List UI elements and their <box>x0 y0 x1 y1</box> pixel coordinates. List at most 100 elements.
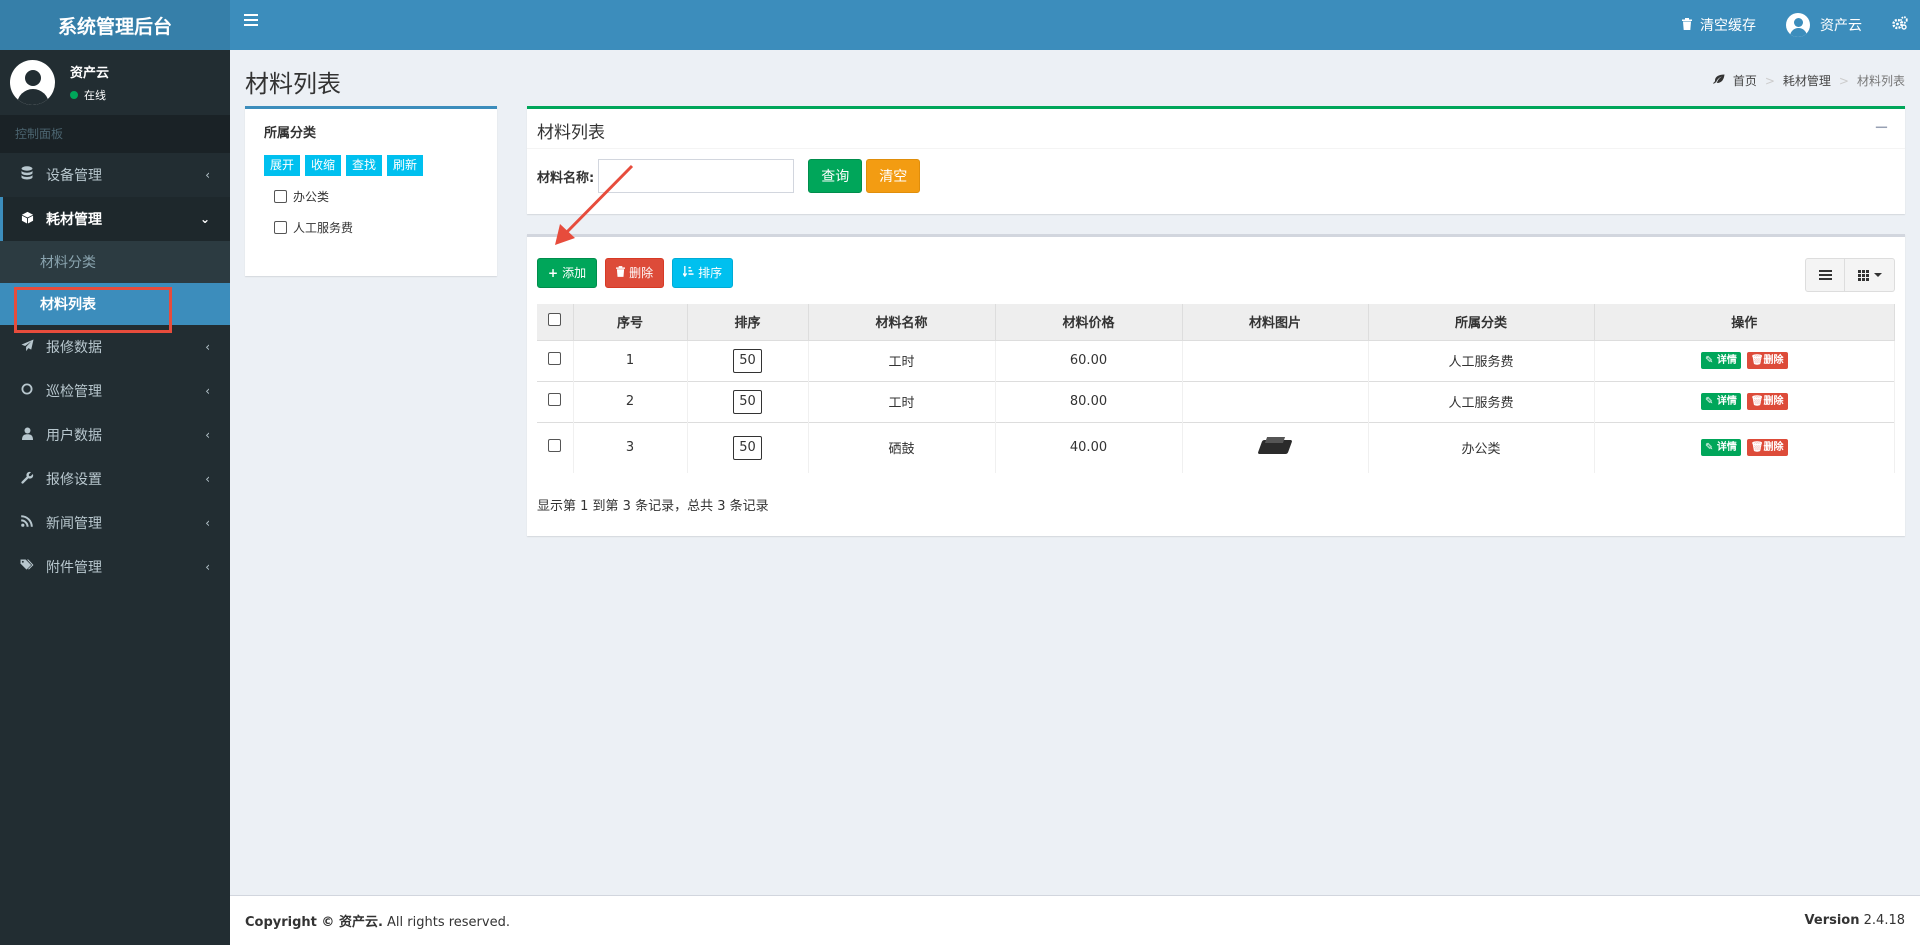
columns-dropdown-button[interactable] <box>1845 258 1895 292</box>
user-status-text: 在线 <box>84 89 106 102</box>
category-tree-box: 所属分类 展开 收缩 查找 刷新 办公类 人工服务费 <box>245 106 497 276</box>
row-no: 3 <box>573 421 688 473</box>
search-box: 材料列表 − 材料名称: 查询 清空 <box>527 106 1905 214</box>
circle-icon <box>18 383 36 399</box>
sidebar-item-consumables[interactable]: 耗材管理 ⌄ <box>0 197 230 241</box>
breadcrumb-current: 材料列表 <box>1856 74 1905 88</box>
sort-button-label: 排序 <box>698 266 723 280</box>
col-header-name[interactable]: 材料名称 <box>808 304 996 340</box>
sidebar-item-repair-data[interactable]: 报修数据 ‹ <box>0 325 230 369</box>
version-label: Version <box>1804 913 1860 928</box>
delete-button-label: 删除 <box>629 266 654 280</box>
tree-node-checkbox[interactable] <box>274 189 287 203</box>
select-all-cell <box>537 304 574 340</box>
breadcrumb-home[interactable]: 首页 <box>1733 72 1757 89</box>
sort-amount-icon <box>682 258 694 288</box>
version-info: Version 2.4.18 <box>1805 913 1905 928</box>
app-logo[interactable]: 系统管理后台 <box>0 0 230 50</box>
user-menu[interactable]: 资产云 <box>1786 13 1862 37</box>
leaf-icon <box>1712 74 1725 87</box>
paper-plane-icon <box>18 338 36 356</box>
sidebar-toggle-icon[interactable] <box>244 14 258 29</box>
row-delete-button[interactable]: 🗑删除 <box>1746 352 1788 369</box>
breadcrumb-consumables[interactable]: 耗材管理 <box>1783 72 1831 89</box>
row-sort-input[interactable]: 50 <box>733 435 762 460</box>
edit-icon: ✎ <box>1704 396 1714 407</box>
row-checkbox[interactable] <box>548 439 562 453</box>
gears-icon <box>1892 16 1908 34</box>
table-row: 2 50 工时 80.00 人工服务费 ✎ 详情 🗑删除 <box>537 380 1895 422</box>
row-checkbox[interactable] <box>548 352 562 365</box>
tree-collapse-button[interactable]: 收缩 <box>305 155 342 176</box>
toner-cartridge-image[interactable] <box>1256 433 1294 459</box>
col-header-image[interactable]: 材料图片 <box>1182 304 1369 340</box>
settings-button[interactable] <box>1892 16 1908 34</box>
list-view-button[interactable] <box>1805 258 1845 292</box>
add-button[interactable]: + 添加 <box>537 258 598 288</box>
table-row: 1 50 工时 60.00 人工服务费 ✎ 详情 🗑删除 <box>537 339 1895 381</box>
col-header-sort[interactable]: 排序 <box>687 304 809 340</box>
row-price: 40.00 <box>995 421 1183 473</box>
row-image <box>1182 380 1369 422</box>
breadcrumb: 首页 > 耗材管理 > 材料列表 <box>1712 72 1905 89</box>
tree-node-office[interactable]: 办公类 <box>274 182 478 210</box>
row-detail-button[interactable]: ✎ 详情 <box>1700 352 1741 369</box>
chevron-left-icon: ‹ <box>205 428 210 442</box>
page-title: 材料列表 <box>245 70 341 98</box>
row-detail-button[interactable]: ✎ 详情 <box>1700 439 1741 457</box>
content-wrapper: 材料列表 首页 > 耗材管理 > 材料列表 所属分类 展开 收缩 查找 刷新 办… <box>230 50 1920 895</box>
row-detail-button[interactable]: ✎ 详情 <box>1700 393 1741 410</box>
col-header-price[interactable]: 材料价格 <box>995 304 1183 340</box>
material-list-box: + 添加 删除 排序 序号 排序 材料名称 材料价格 材料图片 所属分类 操作 … <box>527 234 1905 536</box>
sidebar-item-label: 报修设置 <box>46 472 102 488</box>
user-status: 在线 <box>70 87 109 103</box>
row-category: 人工服务费 <box>1368 380 1595 422</box>
sidebar-item-news[interactable]: 新闻管理 ‹ <box>0 501 230 545</box>
col-header-category[interactable]: 所属分类 <box>1368 304 1595 340</box>
clear-button[interactable]: 清空 <box>866 159 921 193</box>
trash-icon <box>1682 17 1692 33</box>
edit-icon: ✎ <box>1704 355 1714 366</box>
sort-button[interactable]: 排序 <box>672 258 734 288</box>
select-all-checkbox[interactable] <box>548 313 562 327</box>
sidebar-item-label: 巡检管理 <box>46 384 102 400</box>
trash-icon: 🗑 <box>1750 442 1764 454</box>
sidebar-subitem-material-list[interactable]: 材料列表 <box>0 283 230 333</box>
row-sort-input[interactable]: 50 <box>733 348 762 373</box>
row-delete-button[interactable]: 🗑删除 <box>1746 393 1788 410</box>
sidebar-item-user-data[interactable]: 用户数据 ‹ <box>0 413 230 457</box>
online-dot-icon <box>70 91 78 99</box>
sidebar-item-device[interactable]: 设备管理 ‹ <box>0 153 230 197</box>
cube-icon <box>18 211 36 228</box>
user-name: 资产云 <box>70 66 110 81</box>
sidebar-item-inspection[interactable]: 巡检管理 ‹ <box>0 369 230 413</box>
collapse-minus-icon[interactable]: − <box>1874 117 1889 138</box>
row-sort-input[interactable]: 50 <box>733 389 762 414</box>
row-detail-label: 详情 <box>1716 355 1737 366</box>
chevron-left-icon: ‹ <box>205 168 210 182</box>
pagination-summary: 显示第 1 到第 3 条记录，总共 3 条记录 <box>537 499 769 514</box>
row-delete-label: 删除 <box>1763 355 1784 366</box>
row-delete-button[interactable]: 🗑删除 <box>1746 439 1788 457</box>
tree-find-button[interactable]: 查找 <box>346 155 383 176</box>
tree-expand-button[interactable]: 展开 <box>264 155 301 176</box>
sidebar-item-repair-settings[interactable]: 报修设置 ‹ <box>0 457 230 501</box>
col-header-no[interactable]: 序号 <box>573 304 688 340</box>
sidebar: 系统管理后台 资产云 在线 控制面板 设备管理 ‹ 耗材管理 ⌄ 材料分类 材料… <box>0 0 230 945</box>
row-delete-label: 删除 <box>1763 442 1784 454</box>
row-price: 80.00 <box>995 380 1183 422</box>
clear-cache-button[interactable]: 清空缓存 <box>1682 15 1756 35</box>
delete-button[interactable]: 删除 <box>605 258 665 288</box>
query-button[interactable]: 查询 <box>808 159 863 193</box>
sidebar-subitem-material-category[interactable]: 材料分类 <box>0 241 230 283</box>
tree-node-checkbox[interactable] <box>274 220 287 234</box>
tree-node-labor[interactable]: 人工服务费 <box>274 210 478 244</box>
sidebar-item-attachments[interactable]: 附件管理 ‹ <box>0 545 230 589</box>
tree-refresh-button[interactable]: 刷新 <box>387 155 424 176</box>
breadcrumb-separator: > <box>1838 73 1849 88</box>
chevron-left-icon: ‹ <box>205 516 210 530</box>
chevron-down-icon: ⌄ <box>199 212 210 226</box>
row-checkbox[interactable] <box>548 393 562 406</box>
material-name-input[interactable] <box>598 159 795 193</box>
row-detail-label: 详情 <box>1716 442 1737 454</box>
